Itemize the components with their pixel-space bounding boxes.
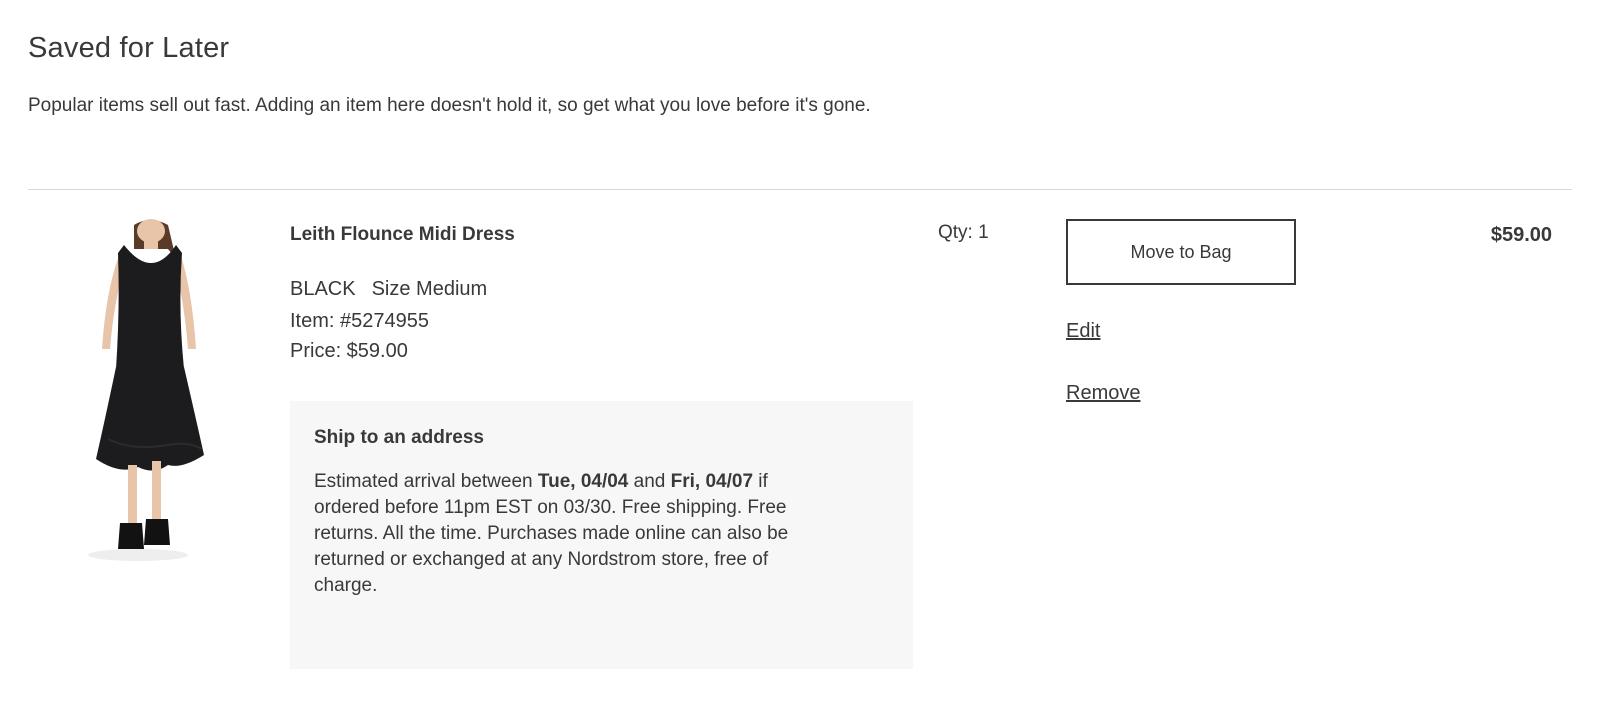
remove-link[interactable]: Remove [1066, 382, 1140, 405]
product-item-number: Item: #5274955 [290, 310, 429, 332]
move-to-bag-button[interactable]: Move to Bag [1066, 219, 1296, 285]
edit-link[interactable]: Edit [1066, 320, 1100, 343]
shipping-text-2: and [628, 471, 671, 492]
product-price: Price: $59.00 [290, 340, 408, 362]
product-name[interactable]: Leith Flounce Midi Dress [290, 224, 515, 246]
shipping-date-start: Tue, 04/04 [537, 471, 629, 492]
product-size: Size Medium [371, 278, 488, 300]
shipping-info-box: Ship to an address Estimated arrival bet… [290, 401, 913, 669]
product-variant: BLACK Size Medium [290, 278, 487, 301]
dress-photo-icon [88, 219, 204, 561]
shipping-text-1: Estimated arrival between [314, 471, 538, 492]
page-title: Saved for Later [28, 32, 230, 64]
shipping-title: Ship to an address [314, 427, 484, 448]
shipping-details: Estimated arrival between Tue, 04/04 and… [314, 469, 834, 599]
shipping-date-end: Fri, 04/07 [670, 471, 754, 492]
quantity-label[interactable]: Qty: 1 [938, 222, 989, 244]
product-image[interactable] [72, 219, 224, 571]
section-divider [28, 189, 1572, 190]
line-total-price: $59.00 [1490, 224, 1552, 246]
section-subtitle: Popular items sell out fast. Adding an i… [28, 95, 871, 116]
product-color: BLACK [290, 278, 356, 300]
